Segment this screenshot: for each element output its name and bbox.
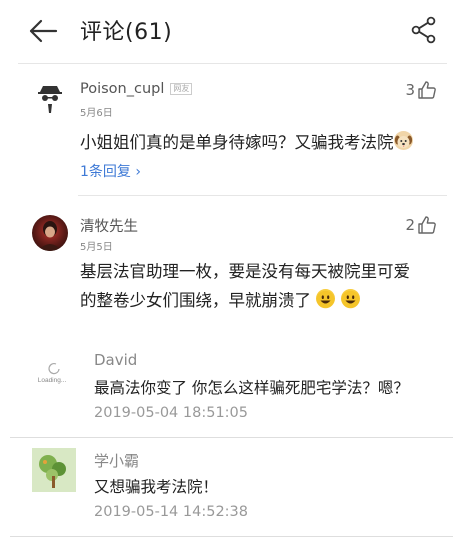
app-header: 评论(61)	[0, 0, 463, 62]
reply-username[interactable]: 学小霸	[94, 450, 139, 471]
share-icon[interactable]	[410, 16, 438, 44]
comment-text-line: 的整卷少女们围绕，早就崩溃了	[80, 291, 311, 310]
thumbs-up-icon	[418, 81, 436, 99]
divider	[10, 536, 453, 537]
comment-text: 小姐姐们真的是单身待嫁吗？又骗我考法院	[80, 128, 450, 157]
reply-text: 最高法你变了 你怎么这样骗死肥宅学法？嗯？	[94, 379, 409, 397]
divider	[78, 195, 447, 196]
smile-emoji-icon	[316, 289, 336, 309]
reply-timestamp: 2019-05-14 14:52:38	[94, 504, 248, 520]
reply-text: 又想骗我考法院！	[94, 478, 219, 496]
reply-username[interactable]: David	[94, 351, 137, 369]
dog-emoji-icon	[393, 131, 413, 150]
comment-date: 5月5日	[80, 242, 113, 253]
comment-date: 5月6日	[80, 108, 113, 119]
incognito-avatar-icon	[38, 86, 62, 113]
divider	[18, 63, 447, 64]
plant-avatar-icon	[32, 448, 76, 492]
avatar[interactable]: Loading...	[32, 355, 76, 399]
view-replies-link[interactable]: 1条回复 ›	[80, 161, 141, 181]
like-count: 2	[405, 216, 415, 234]
page-title: 评论(61)	[80, 20, 173, 45]
comment-username[interactable]: Poison_cupl 网友	[80, 81, 193, 97]
reply-timestamp: 2019-05-04 18:51:05	[94, 405, 248, 421]
comment-text-line-wrap: 的整卷少女们围绕，早就崩溃了	[80, 286, 450, 315]
username-text: Poison_cupl	[80, 81, 165, 97]
loading-icon: Loading...	[38, 363, 67, 384]
avatar[interactable]	[32, 448, 76, 492]
user-badge: 网友	[170, 83, 193, 95]
like-button[interactable]: 2	[405, 215, 437, 235]
comment-text-body: 小姐姐们真的是单身待嫁吗？又骗我考法院	[80, 133, 394, 152]
thumbs-up-icon	[418, 216, 436, 234]
comment-username[interactable]: 清牧先生	[80, 215, 138, 236]
avatar[interactable]	[32, 80, 68, 116]
user-photo-icon	[38, 221, 62, 251]
avatar[interactable]	[32, 215, 68, 251]
divider	[10, 437, 453, 438]
avatar-loading-text: Loading...	[38, 377, 67, 384]
smile-emoji-icon	[340, 289, 360, 309]
comment-text-line: 基层法官助理一枚，要是没有每天被院里可爱	[80, 262, 410, 281]
back-arrow-icon[interactable]	[28, 18, 58, 44]
like-count: 3	[405, 81, 415, 99]
like-button[interactable]: 3	[405, 80, 437, 100]
comment-text: 基层法官助理一枚，要是没有每天被院里可爱 的整卷少女们围绕，早就崩溃了	[80, 257, 450, 315]
